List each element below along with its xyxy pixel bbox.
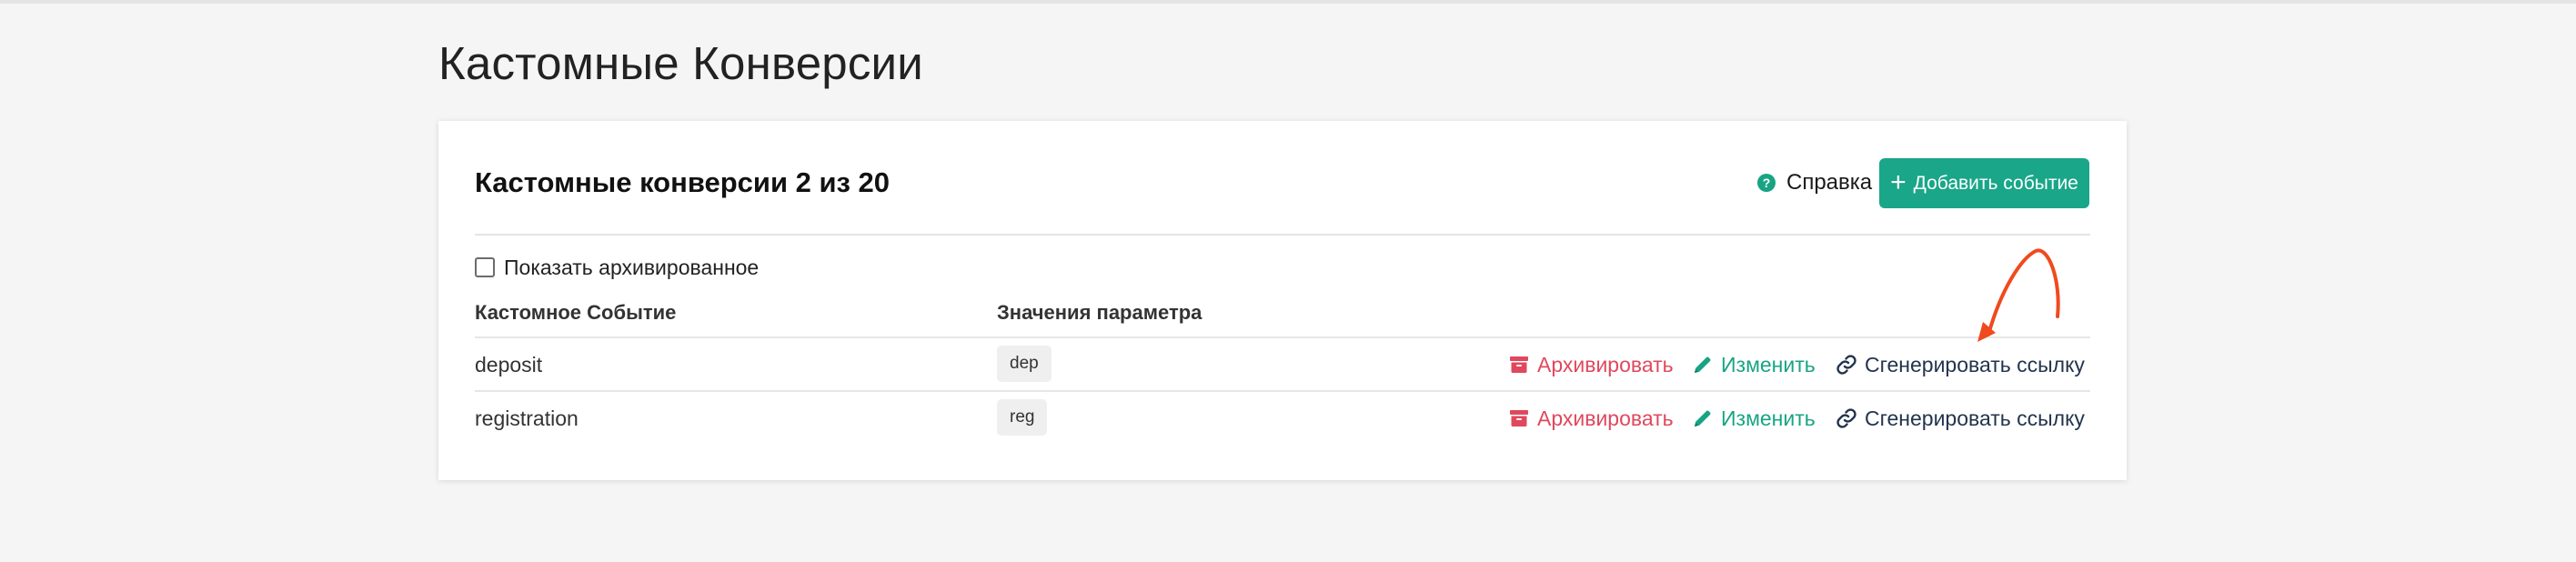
pencil-icon [1695,410,1711,427]
edit-label: Изменить [1721,406,1816,430]
generate-link-label: Сгенерировать ссылку [1865,406,2085,430]
table-row: registration reg Архивировать Изменить С… [475,392,2090,445]
param-badge: reg [997,399,1048,436]
plus-icon: + [1890,166,1907,197]
edit-button[interactable]: Изменить [1692,405,1816,432]
column-header-event: Кастомное Событие [475,301,677,324]
event-name: registration [475,406,579,430]
column-header-params: Значения параметра [997,301,1202,324]
table-row: deposit dep Архивировать Изменить Сгенер… [475,338,2090,391]
show-archived-label: Показать архивированное [504,255,760,279]
edit-button[interactable]: Изменить [1692,351,1816,378]
generate-link-label: Сгенерировать ссылку [1865,352,2085,376]
archive-button[interactable]: Архивировать [1508,351,1674,378]
question-circle-icon: ? [1757,174,1776,192]
archive-box-icon [1510,410,1528,427]
event-name: deposit [475,353,543,376]
generate-link-button[interactable]: Сгенерировать ссылку [1836,351,2085,378]
archive-label: Архивировать [1537,352,1674,376]
show-archived-toggle[interactable]: Показать архивированное [475,254,759,281]
page-title: Кастомные Конверсии [438,37,923,89]
param-badge: dep [997,346,1052,382]
red-arrow-annotation [1977,248,2060,342]
archive-button[interactable]: Архивировать [1508,405,1674,432]
help-link[interactable]: ? Справка [1757,167,1872,198]
card-title: Кастомные конверсии 2 из 20 [475,166,891,198]
conversions-card: Кастомные конверсии 2 из 20 ? Справка + … [438,121,2127,480]
pencil-icon [1695,356,1711,373]
chain-link-icon [1836,408,1857,428]
header-divider [475,234,2090,236]
add-event-button[interactable]: + Добавить событие [1879,158,2089,208]
chain-link-icon [1836,355,1857,375]
archive-box-icon [1510,356,1528,373]
edit-label: Изменить [1721,352,1816,376]
top-border [0,0,2576,4]
archive-label: Архивировать [1537,406,1674,430]
add-event-label: Добавить событие [1913,172,2078,194]
generate-link-button[interactable]: Сгенерировать ссылку [1836,405,2085,432]
show-archived-checkbox[interactable] [475,257,495,277]
help-label: Справка [1786,170,1873,195]
